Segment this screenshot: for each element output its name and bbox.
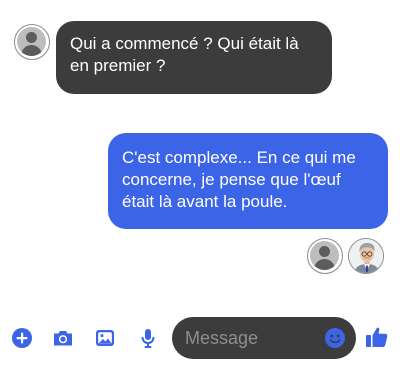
image-icon[interactable] xyxy=(93,326,117,350)
emoji-icon[interactable] xyxy=(324,327,346,349)
received-message-bubble[interactable]: Qui a commencé ? Qui était là en premier… xyxy=(56,21,332,94)
plus-icon[interactable] xyxy=(10,326,34,350)
portrait-avatar xyxy=(348,238,384,274)
message-input[interactable]: Message xyxy=(172,317,356,359)
microphone-icon[interactable] xyxy=(136,326,160,350)
message-composer: Message xyxy=(0,310,400,366)
received-message-text: Qui a commencé ? Qui était là en premier… xyxy=(70,34,299,75)
default-avatar-icon xyxy=(17,27,46,56)
sent-message-text: C'est complexe... En ce qui me concerne,… xyxy=(122,148,356,211)
default-avatar-icon xyxy=(310,241,339,270)
contact-avatar[interactable] xyxy=(14,24,50,60)
sent-message-bubble[interactable]: C'est complexe... En ce qui me concerne,… xyxy=(108,133,388,229)
thumbs-up-icon[interactable] xyxy=(364,324,390,350)
message-placeholder: Message xyxy=(185,328,259,348)
read-receipt-avatar xyxy=(307,238,343,274)
camera-icon[interactable] xyxy=(51,326,75,350)
chat-screen: Qui a commencé ? Qui était là en premier… xyxy=(0,0,400,369)
portrait-avatar-illustration xyxy=(349,239,383,273)
